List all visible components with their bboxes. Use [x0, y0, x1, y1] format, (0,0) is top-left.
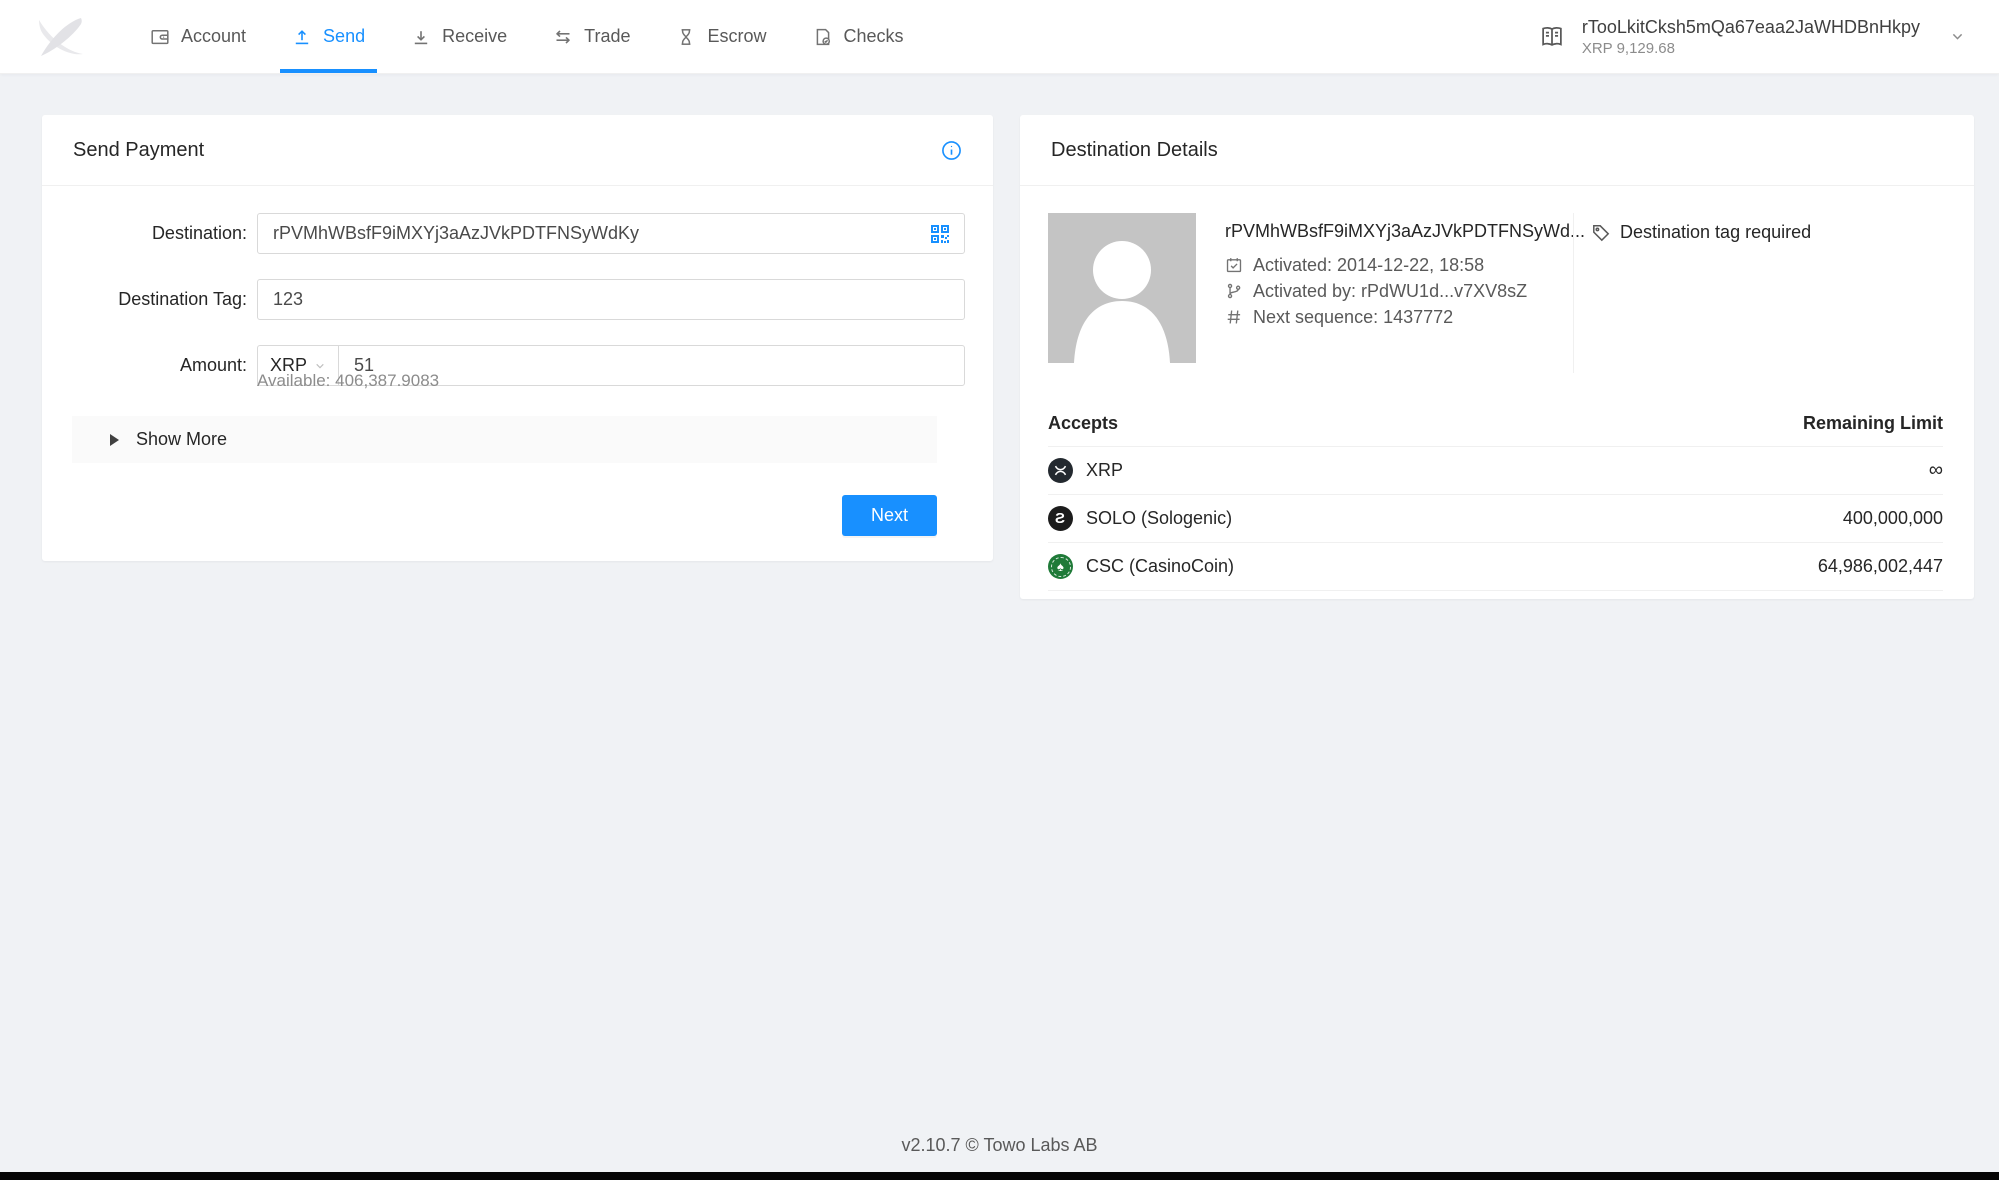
- next-button[interactable]: Next: [842, 495, 937, 536]
- amount-label: Amount:: [42, 345, 247, 386]
- destination-label: Destination:: [42, 213, 247, 254]
- destination-input[interactable]: [257, 213, 965, 254]
- avatar: [1048, 213, 1196, 363]
- send-payment-card: Send Payment Destination:: [42, 115, 993, 561]
- account-switcher[interactable]: rTooLkitCksh5mQa67eaa2JaWHDBnHkpy XRP 9,…: [1538, 0, 1965, 73]
- destination-tag-input[interactable]: [257, 279, 965, 320]
- tab-account[interactable]: Account: [138, 0, 258, 73]
- destination-row: Destination:: [42, 213, 965, 254]
- show-more-label: Show More: [136, 429, 227, 450]
- chevron-down-icon[interactable]: [1950, 29, 1965, 44]
- details-card-title: Destination Details: [1051, 139, 1218, 162]
- app-version-footer: v2.10.7 © Towo Labs AB: [0, 1135, 1999, 1156]
- destination-details-card: Destination Details rPVMhWBsfF9iMXYj3aAz…: [1020, 115, 1974, 599]
- tab-label: Checks: [844, 26, 904, 47]
- activated-by-text: Activated by: rPdWU1d...v7XV8sZ: [1253, 278, 1527, 304]
- tag-required-text: Destination tag required: [1620, 222, 1811, 243]
- table-row: S SOLO (Sologenic) 400,000,000: [1048, 495, 1943, 543]
- qr-scan-icon[interactable]: [927, 221, 953, 247]
- destination-tag-label: Destination Tag:: [42, 279, 247, 320]
- top-nav-bar: Account Send Receive: [0, 0, 1999, 74]
- destination-tag-row: Destination Tag:: [42, 279, 965, 320]
- send-card-title: Send Payment: [73, 139, 204, 162]
- amount-row: Amount: XRP: [42, 345, 965, 386]
- tab-escrow[interactable]: Escrow: [664, 0, 778, 73]
- table-row: XRP ∞: [1048, 447, 1943, 495]
- activated-line: Activated: 2014-12-22, 18:58: [1225, 252, 1545, 278]
- tag-icon: [1591, 223, 1611, 243]
- currency-name: CSC (CasinoCoin): [1086, 556, 1234, 577]
- next-sequence-line: Next sequence: 1437772: [1225, 304, 1545, 330]
- account-balance: XRP 9,129.68: [1582, 40, 1920, 57]
- tab-trade[interactable]: Trade: [541, 0, 642, 73]
- app-logo-icon: [0, 0, 120, 73]
- account-address: rTooLkitCksh5mQa67eaa2JaWHDBnHkpy: [1582, 16, 1920, 38]
- tab-label: Account: [181, 26, 246, 47]
- tab-label: Receive: [442, 26, 507, 47]
- send-card-header: Send Payment: [42, 115, 993, 186]
- wallet-icon: [150, 27, 170, 47]
- active-account: rTooLkitCksh5mQa67eaa2JaWHDBnHkpy XRP 9,…: [1582, 16, 1920, 57]
- currency-name: SOLO (Sologenic): [1086, 508, 1232, 529]
- destination-tag-required-badge: Destination tag required: [1591, 222, 1943, 243]
- info-circle-icon[interactable]: [941, 140, 962, 161]
- branch-icon: [1225, 282, 1243, 300]
- download-icon: [411, 27, 431, 47]
- hash-icon: [1225, 308, 1243, 326]
- destination-address: rPVMhWBsfF9iMXYj3aAzJVkPDTFNSyWd...: [1225, 219, 1545, 243]
- sologenic-logo-icon: S: [1048, 506, 1073, 531]
- tab-checks[interactable]: Checks: [801, 0, 916, 73]
- details-card-header: Destination Details: [1020, 115, 1974, 186]
- page-content: Send Payment Destination:: [0, 74, 1999, 1172]
- file-check-icon: [813, 27, 833, 47]
- main-nav: Account Send Receive: [138, 0, 938, 73]
- address-book-icon[interactable]: [1538, 23, 1566, 51]
- swap-icon: [553, 27, 573, 47]
- tab-label: Trade: [584, 26, 630, 47]
- send-form: Destination:: [42, 186, 993, 536]
- hourglass-icon: [676, 27, 696, 47]
- casinocoin-logo-icon: ♠: [1048, 554, 1073, 579]
- tab-send[interactable]: Send: [280, 0, 377, 73]
- remaining-limit: ∞: [1929, 459, 1943, 482]
- calendar-check-icon: [1225, 256, 1243, 274]
- destination-profile: rPVMhWBsfF9iMXYj3aAzJVkPDTFNSyWd... Acti…: [1048, 213, 1943, 373]
- chevron-down-icon: [314, 360, 326, 372]
- tab-label: Escrow: [707, 26, 766, 47]
- remaining-limit-col-header: Remaining Limit: [1803, 413, 1943, 434]
- accepts-table-header: Accepts Remaining Limit: [1048, 413, 1943, 447]
- xrp-logo-icon: [1048, 458, 1073, 483]
- tab-label: Send: [323, 26, 365, 47]
- destination-info: rPVMhWBsfF9iMXYj3aAzJVkPDTFNSyWd... Acti…: [1225, 213, 1545, 373]
- currency-name: XRP: [1086, 460, 1123, 481]
- caret-right-icon: [110, 434, 119, 446]
- accepts-col-header: Accepts: [1048, 413, 1118, 434]
- next-sequence-text: Next sequence: 1437772: [1253, 304, 1453, 330]
- activated-by-line: Activated by: rPdWU1d...v7XV8sZ: [1225, 278, 1545, 304]
- upload-icon: [292, 27, 312, 47]
- remaining-limit: 64,986,002,447: [1818, 556, 1943, 577]
- show-more-toggle[interactable]: Show More: [72, 416, 937, 463]
- bottom-bar: [0, 1172, 1999, 1180]
- tab-receive[interactable]: Receive: [399, 0, 519, 73]
- activated-text: Activated: 2014-12-22, 18:58: [1253, 252, 1484, 278]
- remaining-limit: 400,000,000: [1843, 508, 1943, 529]
- table-row: ♠ CSC (CasinoCoin) 64,986,002,447: [1048, 543, 1943, 591]
